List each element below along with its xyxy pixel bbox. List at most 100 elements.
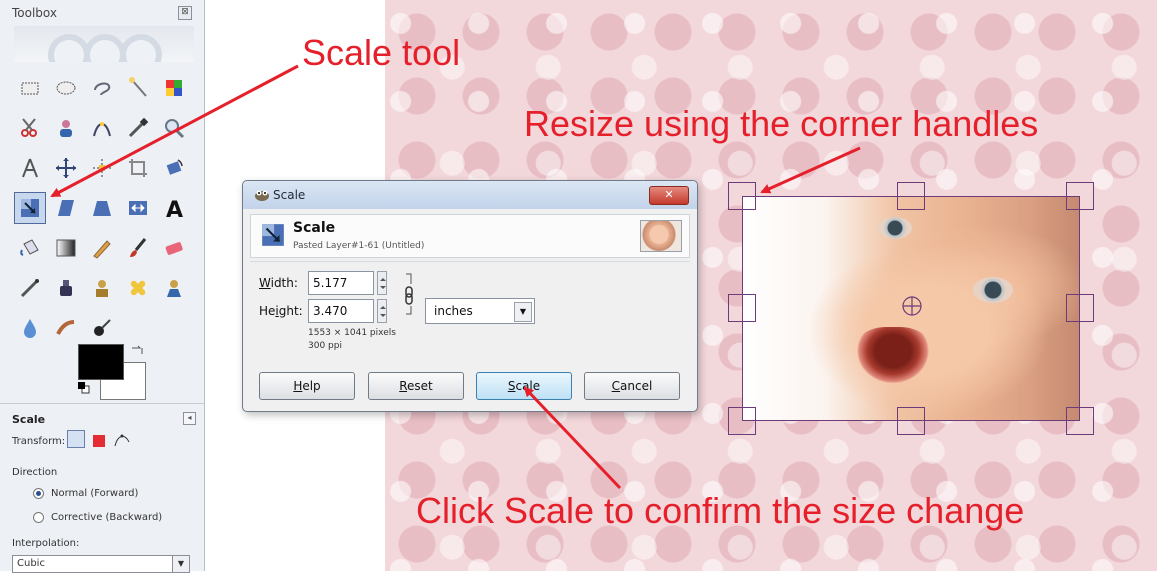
scale-dialog: Scale ✕ Scale Pasted Layer#1-61 (Untitle… <box>242 180 698 412</box>
fg-bg-colors[interactable] <box>78 344 148 402</box>
pasted-layer-image[interactable] <box>742 196 1080 421</box>
height-input[interactable]: 3.470 <box>308 299 374 323</box>
toolbox-close-icon[interactable]: ⊠ <box>178 6 192 20</box>
perspective-icon[interactable] <box>86 192 118 224</box>
transform-label: Transform: <box>12 436 66 447</box>
layer-thumbnail <box>640 220 682 252</box>
interpolation-select[interactable]: Cubic ▼ <box>12 555 190 573</box>
paths-icon[interactable] <box>86 112 118 144</box>
ink-icon[interactable] <box>50 272 82 304</box>
pixel-size-info: 1553 × 1041 pixels <box>308 328 396 338</box>
smudge-icon[interactable] <box>50 312 82 344</box>
blur-sharpen-icon[interactable] <box>14 312 46 344</box>
handle-bottom-right[interactable] <box>1066 407 1094 435</box>
direction-corrective-label: Corrective (Backward) <box>51 512 163 523</box>
measure-icon[interactable] <box>14 152 46 184</box>
dialog-titlebar[interactable]: Scale ✕ <box>243 181 697 209</box>
dialog-header-subtitle: Pasted Layer#1-61 (Untitled) <box>293 241 425 251</box>
ellipse-select-icon[interactable] <box>50 72 82 104</box>
dialog-header-title: Scale <box>293 220 336 236</box>
direction-corrective-option[interactable]: Corrective (Backward) <box>33 512 162 523</box>
fuzzy-select-icon[interactable] <box>122 72 154 104</box>
handle-bottom-left[interactable] <box>728 407 756 435</box>
scale-icon <box>262 224 284 246</box>
width-label: Width: <box>259 276 298 290</box>
dialog-body: Width: 5.177 Height: 3.470 inches ▼ 1553… <box>250 261 690 367</box>
text-icon[interactable]: A <box>158 192 190 224</box>
zoom-icon[interactable] <box>158 112 190 144</box>
baby-eye-right <box>973 277 1013 303</box>
color-picker-icon[interactable] <box>122 112 154 144</box>
default-colors-icon[interactable] <box>78 382 90 394</box>
perspective-clone-icon[interactable] <box>158 272 190 304</box>
bucket-fill-icon[interactable] <box>14 232 46 264</box>
foreground-select-icon[interactable] <box>50 112 82 144</box>
pencil-icon[interactable] <box>86 232 118 264</box>
align-icon[interactable] <box>86 152 118 184</box>
shear-icon[interactable] <box>50 192 82 224</box>
width-input[interactable]: 5.177 <box>308 271 374 295</box>
handle-top-right[interactable] <box>1066 182 1094 210</box>
toolbox-panel: Toolbox ⊠ A Scale ◂ Transform: Direction… <box>0 0 205 573</box>
wilber-logo <box>14 26 194 62</box>
handle-middle-left[interactable] <box>728 294 756 322</box>
toolbox-title: Toolbox <box>12 6 57 20</box>
rotate-icon[interactable] <box>158 152 190 184</box>
resolution-info: 300 ppi <box>308 341 342 351</box>
scale-icon[interactable] <box>14 192 46 224</box>
pivot-crosshair-icon[interactable] <box>901 295 923 317</box>
radio-normal[interactable] <box>33 488 44 499</box>
by-color-select-icon[interactable] <box>158 72 190 104</box>
transform-path-icon[interactable] <box>113 430 131 448</box>
radio-corrective[interactable] <box>33 512 44 523</box>
options-divider <box>0 403 204 404</box>
free-select-icon[interactable] <box>86 72 118 104</box>
transform-selection-icon[interactable] <box>93 434 105 447</box>
airbrush-icon[interactable] <box>14 272 46 304</box>
baby-mouth <box>853 327 933 387</box>
handle-top-left[interactable] <box>728 182 756 210</box>
swap-colors-icon[interactable] <box>130 344 144 358</box>
chain-link-icon[interactable] <box>404 272 414 316</box>
collapse-icon[interactable]: ◂ <box>183 412 196 425</box>
dodge-burn-icon[interactable] <box>86 312 118 344</box>
direction-normal-label: Normal (Forward) <box>51 488 139 499</box>
help-button[interactable]: Help <box>259 372 355 400</box>
clone-icon[interactable] <box>86 272 118 304</box>
handle-bottom-middle[interactable] <box>897 407 925 435</box>
flip-icon[interactable] <box>122 192 154 224</box>
annotation-confirm: Click Scale to confirm the size change <box>416 490 1025 531</box>
cancel-button[interactable]: Cancel <box>584 372 680 400</box>
chevron-down-icon[interactable]: ▼ <box>172 556 189 572</box>
height-label: Height: <box>259 304 303 318</box>
svg-text:A: A <box>166 198 183 220</box>
height-spinner[interactable] <box>377 299 387 323</box>
move-icon[interactable] <box>50 152 82 184</box>
direction-label: Direction <box>12 467 58 478</box>
paintbrush-icon[interactable] <box>122 232 154 264</box>
gimp-icon <box>255 190 269 201</box>
eraser-icon[interactable] <box>158 232 190 264</box>
chevron-down-icon[interactable]: ▼ <box>514 302 532 322</box>
interpolation-value: Cubic <box>17 558 45 569</box>
close-button[interactable]: ✕ <box>649 186 689 205</box>
rect-select-icon[interactable] <box>14 72 46 104</box>
handle-middle-right[interactable] <box>1066 294 1094 322</box>
unit-value: inches <box>434 304 473 318</box>
heal-icon[interactable] <box>122 272 154 304</box>
direction-normal-option[interactable]: Normal (Forward) <box>33 488 138 499</box>
tool-options-title: Scale <box>12 413 46 426</box>
dialog-title: Scale <box>273 188 306 202</box>
transform-layer-icon[interactable] <box>67 430 85 448</box>
scale-button[interactable]: Scale <box>476 372 572 400</box>
scissors-select-icon[interactable] <box>14 112 46 144</box>
dialog-header: Scale Pasted Layer#1-61 (Untitled) <box>250 214 690 258</box>
unit-select[interactable]: inches ▼ <box>425 298 535 324</box>
blend-icon[interactable] <box>50 232 82 264</box>
baby-eye-left <box>878 217 912 239</box>
crop-icon[interactable] <box>122 152 154 184</box>
foreground-color-swatch[interactable] <box>78 344 124 380</box>
width-spinner[interactable] <box>377 271 387 295</box>
handle-top-middle[interactable] <box>897 182 925 210</box>
reset-button[interactable]: Reset <box>368 372 464 400</box>
